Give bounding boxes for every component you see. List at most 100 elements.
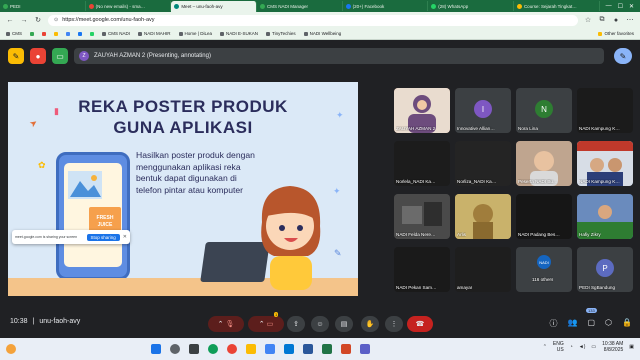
file-explorer-icon[interactable] (245, 344, 256, 354)
raise-hand-button[interactable]: ✋ (361, 316, 379, 332)
others-tile[interactable]: NADI 116 others (516, 247, 572, 292)
tray-chevron-icon[interactable]: ⌃ (543, 344, 547, 350)
brush-icon: ✎ (334, 248, 342, 258)
notification-icon[interactable]: ▣ (629, 344, 634, 350)
bookmark-item[interactable]: CMS (6, 31, 22, 36)
stop-sharing-button[interactable]: Stop sharing (86, 233, 120, 241)
forward-icon[interactable]: → (20, 17, 28, 24)
maximize-icon[interactable]: ☐ (618, 3, 623, 10)
extensions-icon[interactable]: ⧉ (598, 16, 606, 24)
leave-call-button[interactable]: ☎ (407, 316, 433, 332)
meet-favicon-icon (174, 3, 180, 9)
bookmark-item[interactable] (42, 31, 46, 36)
participant-tile[interactable]: NADI Kampung K… (577, 141, 633, 186)
bookmark-nadi-mahir[interactable]: NADI MAHIR (138, 31, 171, 36)
whatsapp-icon (431, 3, 437, 9)
input-language[interactable]: ENG US (553, 341, 564, 353)
meet-side-actions: ⓘ 👥 ▢ ⬡ 🔒 (550, 318, 632, 329)
tab-course[interactable]: Course: Sejarah Tingkat… (514, 1, 600, 11)
record-button[interactable]: ● (30, 48, 46, 64)
menu-icon[interactable]: ⋯ (626, 16, 634, 24)
info-icon[interactable]: ⓘ (550, 318, 558, 329)
people-icon[interactable]: 👥 (568, 318, 578, 329)
task-view-icon[interactable] (188, 344, 199, 354)
avatar: I (474, 100, 492, 118)
powerpoint-icon[interactable] (340, 344, 351, 354)
screen-share-button[interactable]: ▭ (52, 48, 68, 64)
system-clock[interactable]: 10:38 AM 8/8/2025 (602, 341, 623, 353)
meet-control-bar: 10:38 | unu-faoh-avy ⌃ 🎙 ⌃ ▭ 1 ⇪ ☺ ▤ ✋ ⋮… (0, 310, 640, 338)
battery-icon[interactable]: ▭ (591, 344, 596, 350)
store-icon[interactable] (264, 344, 275, 354)
participant-tile[interactable]: Arlis (455, 194, 511, 239)
bookmark-cms-nadi[interactable]: CMS NADI (102, 31, 130, 36)
more-options-button[interactable]: ⋮ (385, 316, 403, 332)
mail-icon[interactable] (283, 344, 294, 354)
bookmark-nadi-esukan[interactable]: NADI E-SUKAN (219, 31, 258, 36)
weather-icon[interactable] (6, 344, 16, 354)
participant-tile[interactable]: NADI Felda Nere… (394, 194, 450, 239)
excel-icon[interactable] (321, 344, 332, 354)
participant-tile[interactable]: NADI Pekan Sam… (394, 247, 450, 292)
presenter-bar: Z ZAUYAH AZMAN 2 (Presenting, annotating… (74, 48, 604, 64)
tab-facebook[interactable]: (20+) Facebook (343, 1, 429, 11)
star-icon[interactable]: ☆ (584, 16, 592, 24)
edge-icon[interactable] (207, 344, 218, 354)
bookmark-item[interactable] (90, 31, 94, 36)
tab-pedi[interactable]: PEDI (0, 1, 86, 11)
bookmark-dilea[interactable]: Home | DiLea (178, 31, 212, 36)
bookmark-nadi-wellbeing[interactable]: NADI Wellbeing (303, 31, 341, 36)
participant-tile[interactable]: Norlela_NADI Ka… (394, 141, 450, 186)
participant-tile[interactable]: Norliza_NADI Ka… (455, 141, 511, 186)
mic-options-button[interactable]: ⌃ 🎙 (208, 316, 244, 332)
chrome-icon[interactable] (226, 344, 237, 354)
participant-tile[interactable]: amayar (455, 247, 511, 292)
tab-whatsapp[interactable]: (28) WhatsApp (428, 1, 514, 11)
minimize-icon[interactable]: — (606, 3, 612, 10)
site-info-icon[interactable]: ⊙ (54, 17, 58, 23)
participant-tile[interactable]: N Nora Lina (516, 88, 572, 133)
back-icon[interactable]: ← (6, 17, 14, 24)
bookmarks-bar: CMS CMS NADI NADI MAHIR Home | DiLea NAD… (0, 28, 640, 40)
volume-icon[interactable]: ◄) (579, 344, 586, 350)
captions-button[interactable]: ▤ (335, 316, 353, 332)
present-button[interactable]: ⇪ (287, 316, 305, 332)
url-input[interactable]: ⊙ https://meet.google.com/unu-faoh-avy (48, 14, 578, 26)
reactions-button[interactable]: ☺ (311, 316, 329, 332)
participant-tile[interactable]: ZAUYAH AZMAN 2 (394, 88, 450, 133)
teams-icon[interactable] (359, 344, 370, 354)
tab-email[interactable]: (No new emails) - sma… (86, 1, 172, 11)
bookmark-item[interactable] (66, 31, 70, 36)
url-text: https://meet.google.com/unu-faoh-avy (62, 17, 155, 23)
participant-tile[interactable]: P PEDI SgBandung (577, 247, 633, 292)
wifi-icon[interactable]: ◔ (570, 344, 573, 350)
annotation-toggle-button[interactable]: ✎ (8, 48, 24, 64)
chat-icon[interactable]: ▢ (587, 318, 595, 329)
profile-icon[interactable]: ● (612, 17, 620, 24)
tab-label: (20+) Facebook (352, 3, 385, 9)
bookmark-icon (66, 31, 70, 36)
activities-icon[interactable]: ⬡ (605, 318, 612, 329)
bookmark-other-favorites[interactable]: Other favorites (598, 31, 634, 36)
participant-tile[interactable]: Hafiy Zikry (577, 194, 633, 239)
tab-label: (28) WhatsApp (438, 3, 469, 9)
bookmark-tinytechies[interactable]: TinyTechies (265, 31, 296, 36)
reload-icon[interactable]: ↻ (34, 16, 42, 24)
bookmark-item[interactable] (30, 31, 34, 36)
windows-start-icon[interactable] (150, 344, 161, 354)
close-icon[interactable]: ✕ (629, 3, 634, 10)
bookmark-item[interactable] (54, 31, 58, 36)
participant-tile[interactable]: NADI Kampung K… (577, 88, 633, 133)
tab-meet[interactable]: Meet – unu-faoh-avy (171, 0, 257, 12)
word-icon[interactable] (302, 344, 313, 354)
host-controls-icon[interactable]: 🔒 (622, 318, 632, 329)
popup-close-icon[interactable]: ✕ (123, 234, 127, 240)
camera-options-button[interactable]: ⌃ ▭ (248, 316, 284, 332)
search-icon[interactable] (169, 344, 180, 354)
bookmark-item[interactable] (78, 31, 82, 36)
participant-tile[interactable]: I Innovative Allian… (455, 88, 511, 133)
tab-cms-nadi[interactable]: CMS NADI Manager (257, 1, 343, 11)
pen-tool-button[interactable]: ✎ (614, 48, 632, 64)
participant-tile[interactable]: NADI Padang Bes… (516, 194, 572, 239)
participant-tile[interactable]: Peserta NADI Bu… (516, 141, 572, 186)
